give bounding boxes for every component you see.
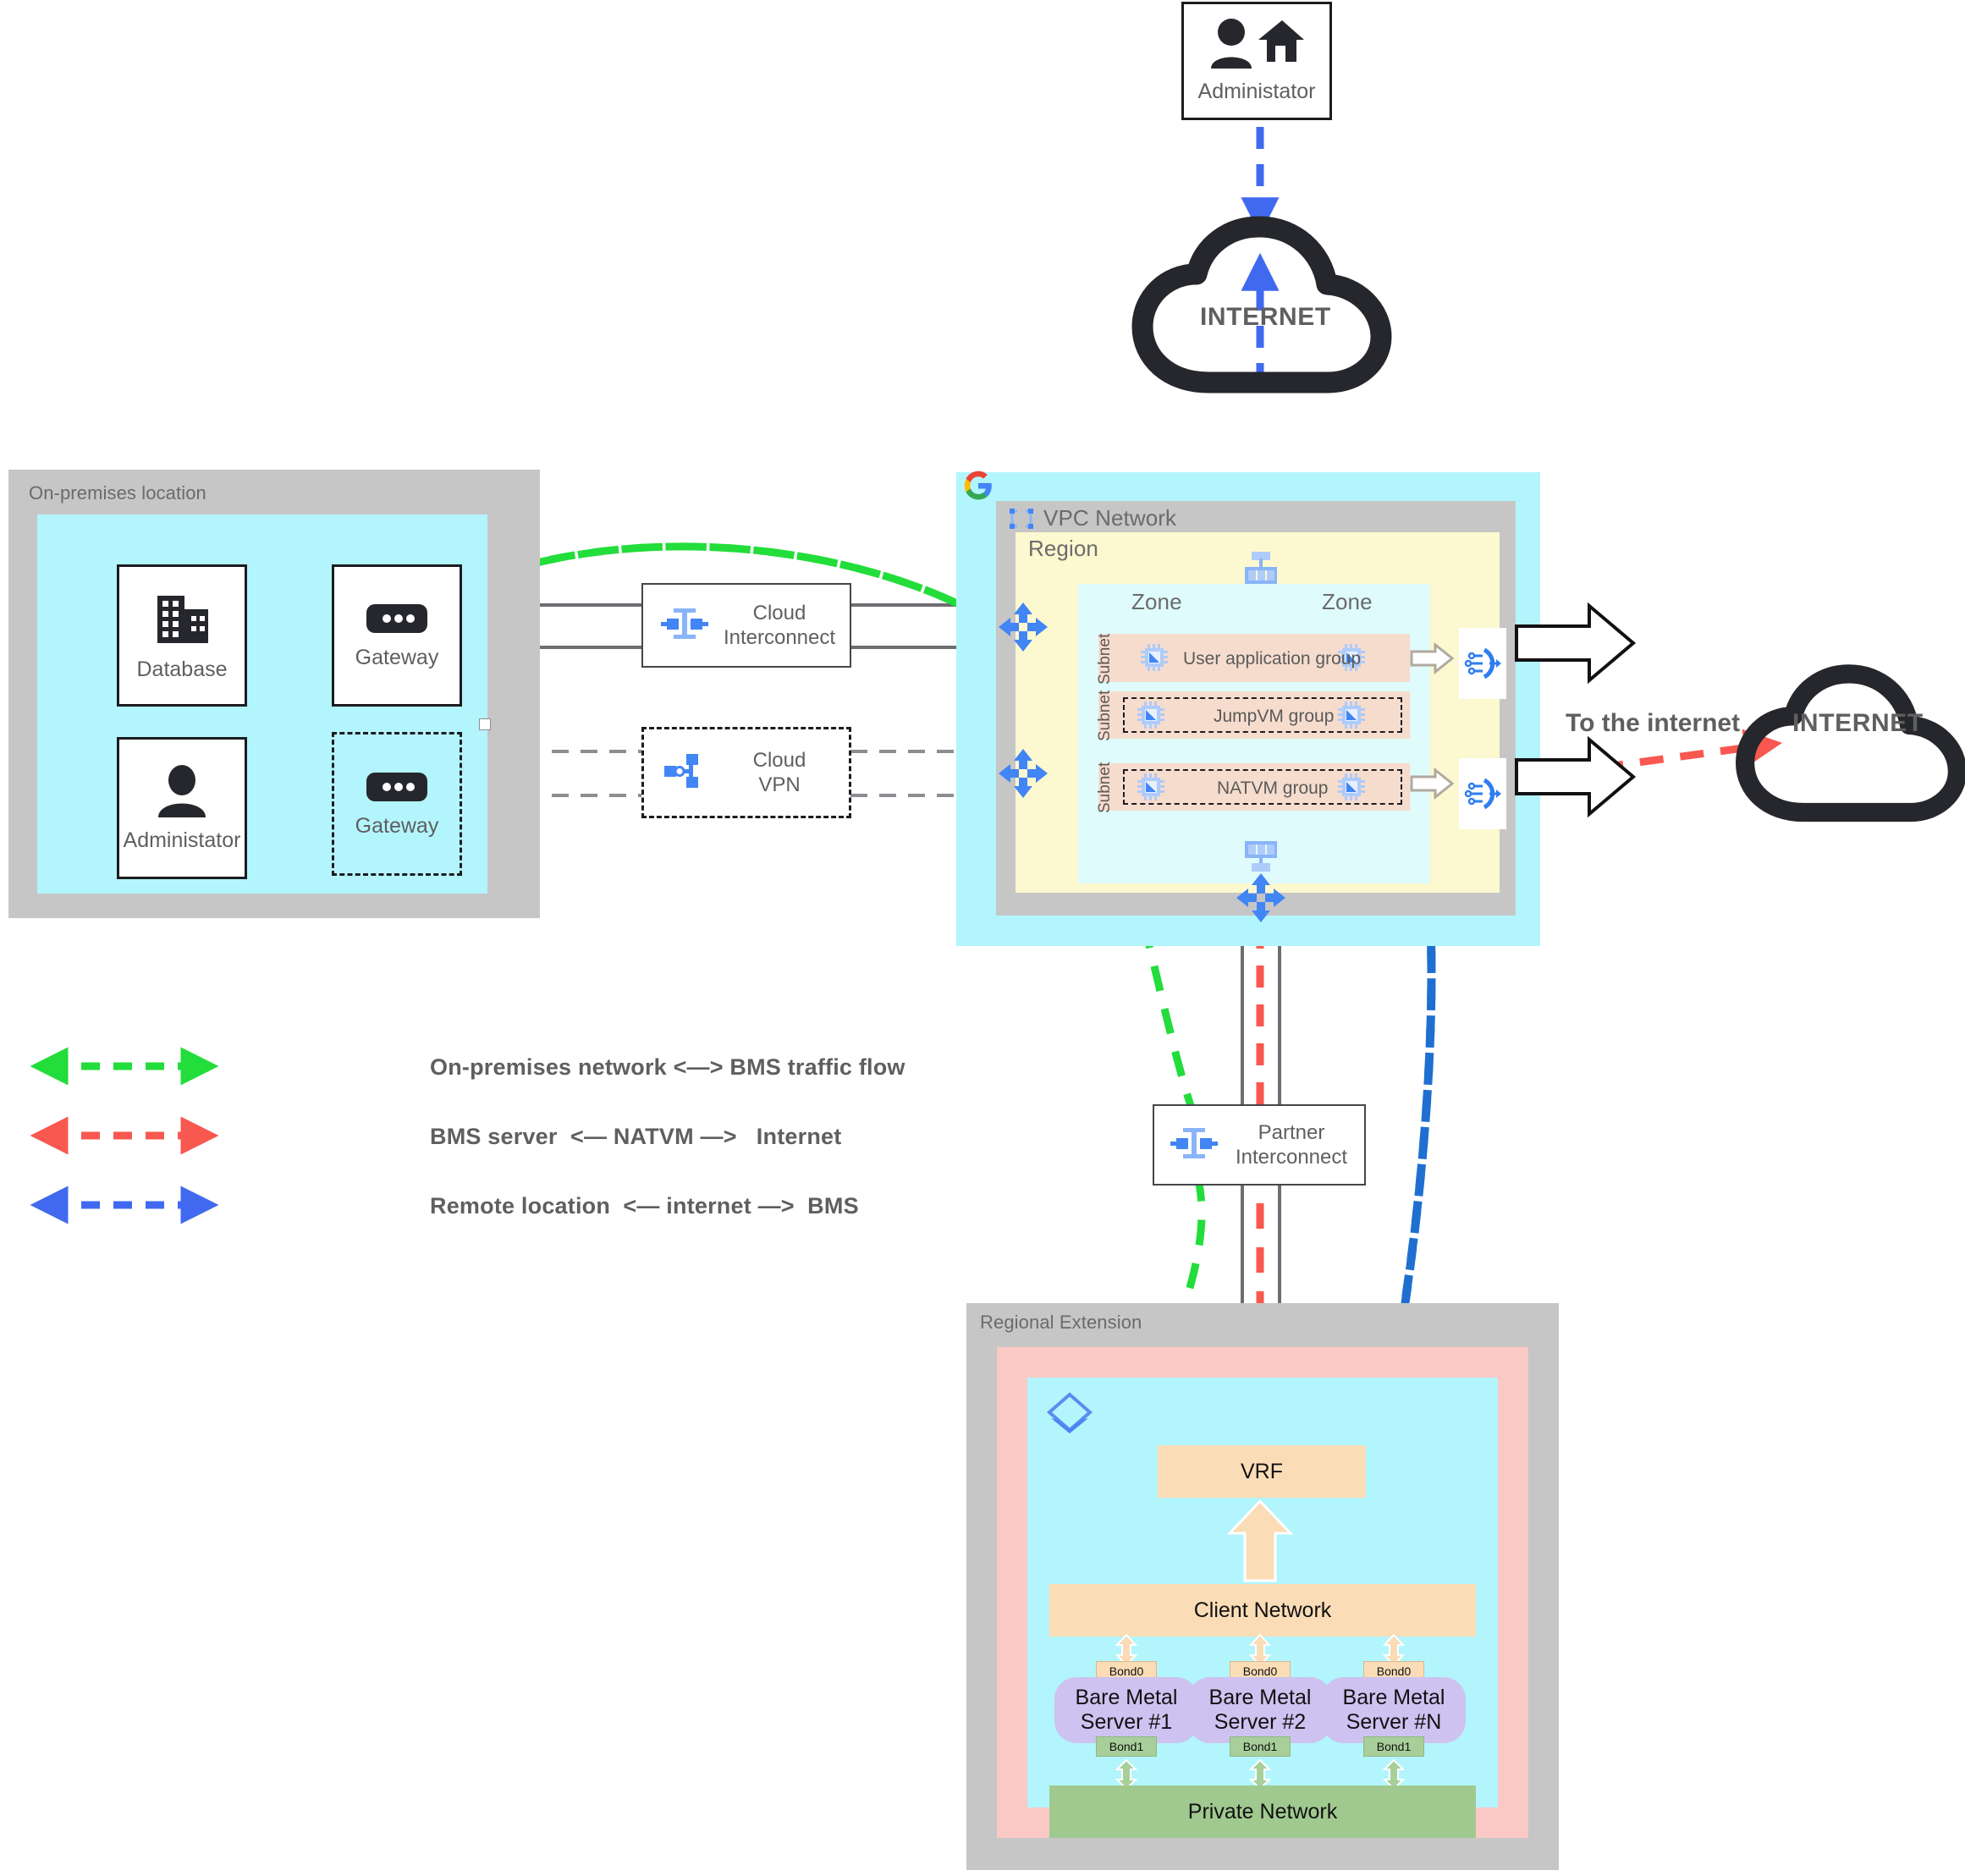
- subnet-label-3: Subnet: [1096, 762, 1114, 813]
- legend-bms-natvm-internet-label: BMS server <— NATVM —> Internet: [430, 1124, 842, 1149]
- onprem-gateway-secondary-box: Gateway: [332, 732, 462, 876]
- user-application-group-label: User application group: [1183, 649, 1362, 668]
- private-network-box: Private Network: [1049, 1785, 1476, 1838]
- bond1-label-1: Bond1: [1096, 1736, 1157, 1757]
- vm-icon-right-3: [1337, 773, 1366, 801]
- client-network-label: Client Network: [1193, 1598, 1332, 1622]
- onprem-gateway-secondary-label: Gateway: [355, 814, 439, 838]
- cloud-vpn-box: Cloud VPN: [641, 727, 851, 818]
- vpn-icon: [661, 751, 710, 795]
- legend-arrows: [30, 1047, 219, 1224]
- cloud-interconnect-line1: Cloud: [752, 601, 806, 624]
- internet-cloud-top-label: INTERNET: [1200, 303, 1331, 331]
- internet-cloud-right-label: INTERNET: [1792, 709, 1924, 737]
- client-network-box: Client Network: [1049, 1584, 1476, 1637]
- bond1-arrow-2: [1248, 1758, 1272, 1791]
- bare-metal-server-n-label: Bare Metal Server #N: [1343, 1686, 1445, 1735]
- legend-remote-internet-bms-label: Remote location <— internet —> BMS: [430, 1193, 859, 1219]
- bms2-line1: Bare Metal: [1208, 1686, 1312, 1709]
- bms1-line1: Bare Metal: [1075, 1686, 1178, 1709]
- onprem-administrator-label: Administator: [123, 828, 241, 852]
- router-icon: [365, 601, 429, 641]
- cloud-router-vpn: [997, 747, 1049, 800]
- onprem-gateway-primary-label: Gateway: [355, 646, 439, 669]
- vrf-client-connector-arrow: [1226, 1499, 1294, 1582]
- regional-extension-title: Regional Extension: [980, 1312, 1142, 1333]
- vm-icon-left-1: [1140, 643, 1169, 672]
- cloud-router-partner: [1235, 872, 1287, 924]
- gateway-secondary-badge: [479, 718, 491, 730]
- subnet-label-2: Subnet: [1096, 690, 1114, 741]
- partner-interconnect-box: Partner Interconnect: [1153, 1104, 1366, 1186]
- bare-metal-server-2: Bare Metal Server #2: [1188, 1677, 1332, 1743]
- region-title: Region: [1028, 536, 1098, 561]
- subnet-label-1: Subnet: [1096, 633, 1114, 685]
- internet-cloud-right: [1735, 664, 1965, 822]
- egress-arrows: [1410, 641, 1455, 800]
- vm-icon-left-2: [1137, 701, 1165, 729]
- cloud-vpn-line1: Cloud: [752, 748, 806, 772]
- router-icon: [365, 769, 429, 809]
- cloud-router-interconnect: [997, 601, 1049, 653]
- zone-label-right: Zone: [1322, 589, 1373, 614]
- vrf-label: VRF: [1241, 1459, 1283, 1483]
- bare-metal-solution-icon: [1044, 1391, 1095, 1442]
- cloud-interconnect-box: Cloud Interconnect: [641, 583, 851, 668]
- vpc-icon: [1009, 506, 1034, 531]
- bare-metal-server-1-label: Bare Metal Server #1: [1076, 1686, 1178, 1735]
- bmsn-line1: Bare Metal: [1342, 1686, 1445, 1709]
- cloud-vpn-label: Cloud VPN: [710, 748, 849, 798]
- on-premises-location-title: On-premises location: [29, 482, 206, 503]
- interconnect-icon: [660, 606, 709, 646]
- private-network-label: Private Network: [1187, 1799, 1338, 1824]
- zone-label-left: Zone: [1131, 589, 1182, 614]
- onprem-database-box: Database: [117, 564, 247, 707]
- interconnect-icon: [1170, 1125, 1219, 1165]
- vrf-box: VRF: [1158, 1445, 1366, 1498]
- bond1-arrow-1: [1115, 1758, 1138, 1791]
- natvm-group-label: NATVM group: [1217, 778, 1329, 798]
- onprem-database-label: Database: [136, 657, 228, 681]
- vm-icon-right-2: [1337, 701, 1366, 729]
- cloud-interconnect-label: Cloud Interconnect: [709, 601, 850, 651]
- internet-gateway-bottom: [1236, 838, 1285, 873]
- person-icon: [155, 763, 209, 823]
- cloud-interconnect-line2: Interconnect: [723, 626, 836, 649]
- onprem-administrator-box: Administator: [117, 737, 247, 879]
- bms2-line2: Server #2: [1214, 1710, 1307, 1734]
- vpc-network-title: VPC Network: [1043, 505, 1177, 531]
- cloud-nat-lower: [1459, 758, 1506, 829]
- google-g-logo: [963, 470, 994, 501]
- bms1-line2: Server #1: [1080, 1710, 1173, 1734]
- user-home-icon: [1209, 18, 1304, 74]
- bmsn-line2: Server #N: [1346, 1710, 1442, 1734]
- bare-metal-server-1: Bare Metal Server #1: [1054, 1677, 1198, 1743]
- building-icon: [152, 589, 212, 652]
- internet-gateway-top: [1236, 552, 1285, 587]
- cloud-nat-upper: [1459, 628, 1506, 699]
- bond1-arrow-n: [1382, 1758, 1406, 1791]
- bond1-label-2: Bond1: [1230, 1736, 1291, 1757]
- bare-metal-server-n: Bare Metal Server #N: [1322, 1677, 1466, 1743]
- partner-interconnect-line2: Interconnect: [1235, 1146, 1348, 1169]
- cloud-vpn-line2: VPN: [758, 773, 801, 796]
- partner-interconnect-line1: Partner: [1258, 1120, 1325, 1144]
- onprem-gateway-primary-box: Gateway: [332, 564, 462, 707]
- legend-onprem-bms-label: On-premises network <—> BMS traffic flow: [430, 1054, 905, 1080]
- vm-icon-left-3: [1137, 773, 1165, 801]
- partner-interconnect-label: Partner Interconnect: [1219, 1120, 1364, 1170]
- jumpvm-group-label: JumpVM group: [1214, 707, 1335, 726]
- remote-administrator-box: Administator: [1181, 2, 1332, 120]
- remote-administrator-label: Administator: [1197, 80, 1316, 103]
- bond1-label-n: Bond1: [1363, 1736, 1424, 1757]
- to-internet-label: To the internet: [1566, 709, 1741, 737]
- bare-metal-server-2-label: Bare Metal Server #2: [1209, 1686, 1312, 1735]
